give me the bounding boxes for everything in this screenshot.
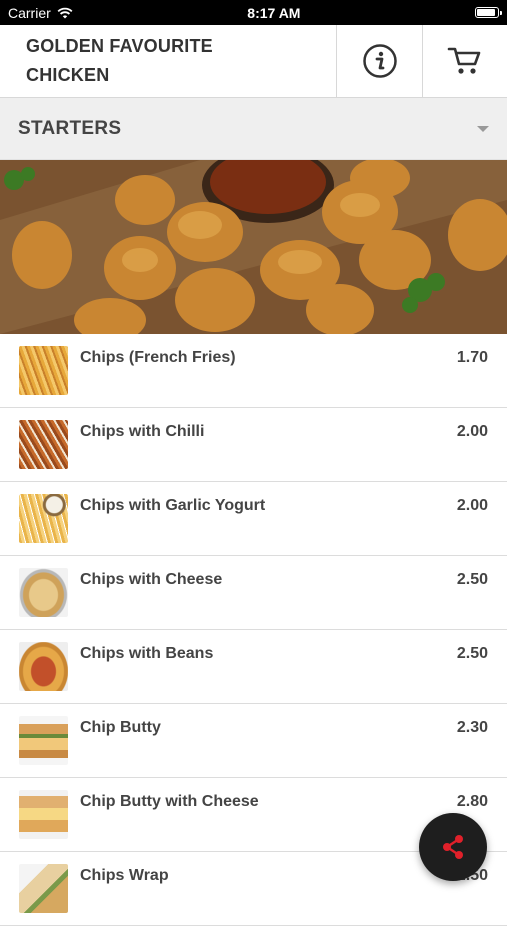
menu-item[interactable]: Chips with Cheese 2.50 [0,556,507,630]
item-thumbnail [19,420,68,469]
status-bar: Carrier 8:17 AM [0,0,507,25]
clock: 8:17 AM [247,4,301,21]
item-price: 2.00 [456,497,488,514]
menu-item[interactable]: Chips (French Fries) 1.70 [0,334,507,408]
item-name: Chips with Cheese [80,571,223,588]
item-price: 1.70 [456,349,488,366]
chevron-down-icon [477,125,489,132]
item-name: Chip Butty with Cheese [80,793,259,810]
menu-item[interactable]: Chip Butty 2.30 [0,704,507,778]
info-button[interactable] [336,25,422,97]
category-label: STARTERS [18,117,122,139]
item-thumbnail [19,790,68,839]
share-button[interactable] [419,813,487,881]
fried-chicken-photo [0,160,507,334]
item-price: 2.50 [456,645,488,662]
menu-item[interactable]: Chips with Garlic Yogurt 2.00 [0,482,507,556]
app-header: GOLDEN FAVOURITE CHICKEN [0,25,507,98]
item-name: Chip Butty [80,719,161,736]
item-name: Chips (French Fries) [80,349,236,366]
wifi-icon [57,7,73,18]
item-thumbnail [19,568,68,617]
item-thumbnail [19,494,68,543]
item-name: Chips with Garlic Yogurt [80,497,266,514]
item-thumbnail [19,864,68,913]
item-price: 2.50 [456,571,488,588]
item-price: 2.80 [456,793,488,810]
item-price: 2.30 [456,719,488,736]
item-thumbnail [19,346,68,395]
cart-button[interactable] [422,25,507,97]
category-selector[interactable]: STARTERS [0,98,507,160]
menu-item[interactable]: Chips with Chilli 2.00 [0,408,507,482]
info-icon [362,44,397,78]
item-name: Chips with Chilli [80,423,205,440]
restaurant-title: GOLDEN FAVOURITE CHICKEN [0,25,336,97]
item-price: 2.00 [456,423,488,440]
item-thumbnail [19,716,68,765]
item-name: Chips with Beans [80,645,214,662]
carrier-label: Carrier [8,4,51,21]
share-icon [443,835,463,859]
menu-item[interactable]: Chips with Beans 2.50 [0,630,507,704]
item-thumbnail [19,642,68,691]
title-line-2: CHICKEN [26,65,110,85]
title-line-1: GOLDEN FAVOURITE [26,36,213,56]
category-banner-image [0,160,507,334]
item-name: Chips Wrap [80,867,169,884]
battery-icon [474,7,502,18]
cart-icon [447,47,481,74]
